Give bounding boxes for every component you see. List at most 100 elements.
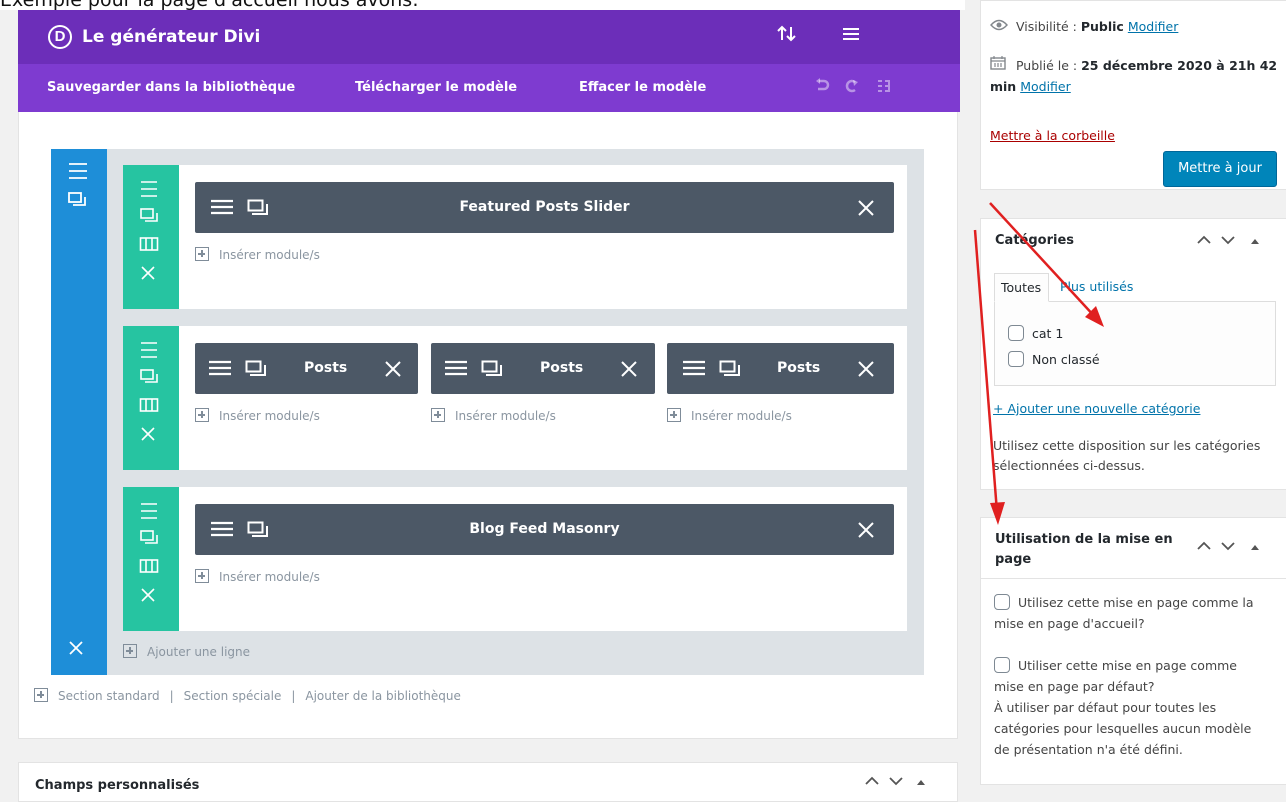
clear-template-button[interactable]: Effacer le modèle: [579, 80, 706, 95]
row-delete-icon[interactable]: [139, 586, 161, 608]
category-checkbox[interactable]: [1008, 351, 1024, 367]
row-move-icon[interactable]: [139, 501, 161, 523]
module-move-icon[interactable]: [208, 360, 232, 380]
home-layout-checkbox[interactable]: [994, 594, 1010, 610]
categories-panel: [994, 301, 1276, 386]
module-settings-icon[interactable]: [481, 360, 503, 381]
module-posts[interactable]: Posts: [667, 343, 894, 394]
row-settings-icon[interactable]: [139, 368, 161, 390]
module-blog-feed-masonry[interactable]: Blog Feed Masonry: [195, 504, 894, 555]
sort-arrows-icon[interactable]: [774, 24, 800, 50]
layout-desc-line: catégories pour lesquelles aucun modèle: [994, 721, 1252, 736]
row-columns-icon[interactable]: [139, 558, 161, 580]
toggle-panel-icon[interactable]: [1250, 233, 1260, 249]
box-controls: [865, 774, 926, 790]
move-down-icon[interactable]: [1221, 233, 1236, 249]
category-label: cat 1: [1031, 326, 1064, 341]
module-delete-icon[interactable]: [857, 360, 875, 382]
add-category-wrap: + Ajouter une nouvelle catégorie: [993, 401, 1200, 416]
section-move-icon[interactable]: [67, 161, 91, 185]
section-control-bar: [51, 149, 107, 675]
tab-all[interactable]: Toutes: [994, 273, 1049, 302]
category-item: cat 1: [1008, 325, 1063, 341]
categories-controls: [1197, 233, 1260, 249]
row-columns-icon[interactable]: [139, 236, 161, 258]
separator: |: [169, 689, 174, 703]
module-delete-icon[interactable]: [620, 360, 638, 382]
save-to-library-button[interactable]: Sauvegarder dans la bibliothèque: [47, 80, 295, 95]
row-control-bar: [123, 487, 179, 631]
special-section-link[interactable]: Section spéciale: [184, 689, 282, 703]
default-layout-checkbox[interactable]: [994, 657, 1010, 673]
insert-module-button[interactable]: Insérer module/s: [195, 247, 320, 262]
row-settings-icon[interactable]: [139, 529, 161, 551]
layout-usage-title-line: page: [995, 552, 1032, 567]
row-move-icon[interactable]: [139, 179, 161, 201]
module-title: Posts: [304, 360, 348, 376]
trash-link-wrap: Mettre à la corbeille: [990, 128, 1115, 143]
published-modify-link[interactable]: Modifier: [1020, 79, 1071, 94]
update-button[interactable]: Mettre à jour: [1163, 151, 1277, 187]
trash-link[interactable]: Mettre à la corbeille: [990, 128, 1115, 143]
module-settings-icon[interactable]: [719, 360, 741, 381]
download-template-button[interactable]: Télécharger le modèle: [355, 80, 517, 95]
insert-module-button[interactable]: Insérer module/s: [195, 408, 320, 423]
standard-section-link[interactable]: Section standard: [58, 689, 160, 703]
insert-module-button[interactable]: Insérer module/s: [195, 569, 320, 584]
visibility-modify-link[interactable]: Modifier: [1128, 19, 1179, 34]
module-move-icon[interactable]: [444, 360, 468, 380]
layout-usage-title-line: Utilisation de la mise en: [995, 532, 1173, 547]
section-delete-icon[interactable]: [67, 639, 91, 663]
move-down-icon[interactable]: [1221, 539, 1236, 555]
insert-module-label: Insérer module/s: [455, 409, 556, 423]
redo-icon[interactable]: [844, 78, 860, 98]
module-settings-icon[interactable]: [245, 360, 267, 381]
plus-icon: [34, 688, 48, 702]
layout-desc-line: À utiliser par défaut pour toutes les: [994, 700, 1217, 715]
insert-module-button[interactable]: Insérer module/s: [431, 408, 556, 423]
tab-most-used[interactable]: Plus utilisés: [1060, 279, 1133, 294]
move-up-icon[interactable]: [865, 774, 879, 790]
category-label: Non classé: [1031, 352, 1100, 367]
row-delete-icon[interactable]: [139, 425, 161, 447]
categories-help: Utilisez cette disposition sur les catég…: [993, 436, 1260, 476]
module-title: Posts: [540, 360, 584, 376]
move-up-icon[interactable]: [1197, 539, 1211, 555]
toggle-panel-icon[interactable]: [1250, 539, 1260, 555]
undo-icon[interactable]: [814, 78, 830, 98]
add-row-button[interactable]: Ajouter une ligne: [123, 644, 250, 659]
row-columns-icon[interactable]: [139, 397, 161, 419]
module-move-icon[interactable]: [682, 360, 706, 380]
insert-module-label: Insérer module/s: [691, 409, 792, 423]
module-delete-icon[interactable]: [857, 521, 875, 543]
row-delete-icon[interactable]: [139, 264, 161, 286]
category-checkbox[interactable]: [1008, 325, 1024, 341]
row-move-icon[interactable]: [139, 340, 161, 362]
module-featured-posts-slider[interactable]: Featured Posts Slider: [195, 182, 894, 233]
categories-help-line: sélectionnées ci-dessus.: [993, 458, 1145, 473]
section-settings-icon[interactable]: [67, 191, 91, 215]
add-category-link[interactable]: + Ajouter une nouvelle catégorie: [993, 401, 1200, 416]
toggle-panel-icon[interactable]: [916, 774, 926, 790]
layout-usage-controls: [1197, 539, 1260, 555]
insert-module-button[interactable]: Insérer module/s: [667, 408, 792, 423]
divi-row: Featured Posts Slider Insérer module/s: [123, 165, 907, 309]
history-icon[interactable]: [876, 78, 892, 98]
menu-icon[interactable]: [838, 24, 864, 50]
layout-option-text: mise en page d'accueil?: [994, 616, 1145, 631]
module-posts[interactable]: Posts: [431, 343, 655, 394]
published-row-cont: min Modifier: [990, 79, 1071, 94]
plus-icon: [431, 408, 445, 422]
module-title: Blog Feed Masonry: [469, 521, 620, 537]
custom-fields-box: Champs personnalisés: [18, 762, 958, 802]
module-delete-icon[interactable]: [384, 360, 402, 382]
custom-fields-title: Champs personnalisés: [35, 778, 200, 793]
module-delete-icon[interactable]: [857, 199, 875, 221]
row-control-bar: [123, 165, 179, 309]
layout-option-text: mise en page par défaut?: [994, 679, 1155, 694]
module-posts[interactable]: Posts: [195, 343, 418, 394]
move-down-icon[interactable]: [889, 774, 904, 790]
move-up-icon[interactable]: [1197, 233, 1211, 249]
add-from-library-link[interactable]: Ajouter de la bibliothèque: [305, 689, 461, 703]
row-settings-icon[interactable]: [139, 207, 161, 229]
